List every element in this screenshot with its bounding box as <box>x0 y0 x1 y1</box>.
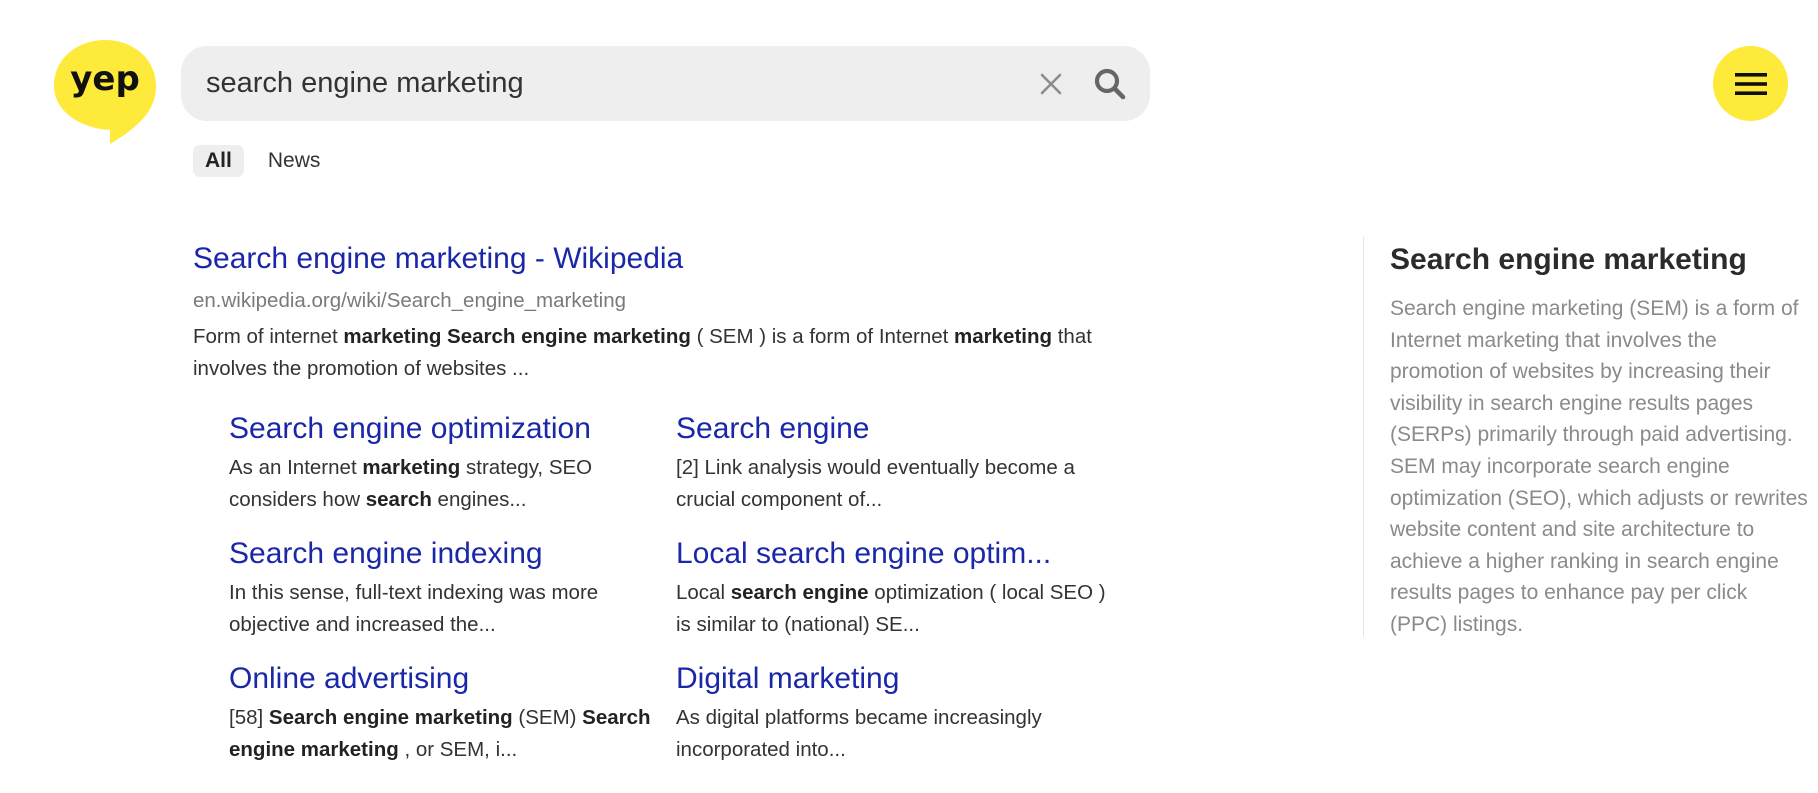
snippet-text: As an Internet <box>229 456 363 479</box>
snippet-text: , or SEM, i... <box>398 738 518 761</box>
sitelink-title-link[interactable]: Digital marketing <box>676 659 1123 699</box>
sitelink-title-link[interactable]: Local search engine optim... <box>676 534 1123 574</box>
snippet-text: As digital platforms became increasingly… <box>676 706 1042 761</box>
sitelink-item: Digital marketing As digital platforms b… <box>676 659 1123 766</box>
sitelink-snippet: In this sense, full-text indexing was mo… <box>229 577 676 641</box>
knowledge-panel: Search engine marketing Search engine ma… <box>1363 237 1818 637</box>
hamburger-menu-icon <box>1734 72 1767 95</box>
menu-button[interactable] <box>1713 46 1788 121</box>
search-input[interactable] <box>181 46 1150 121</box>
search-submit-button[interactable] <box>1090 46 1130 121</box>
yep-logo[interactable]: yep <box>52 38 158 144</box>
logo-text: yep <box>70 59 140 99</box>
close-icon <box>1040 73 1062 94</box>
search-results-page: yep All News Search engine marke <box>0 0 1818 793</box>
highlighted-term: marketing Search engine marketing <box>343 325 691 348</box>
snippet-text: [2] Link analysis would eventually becom… <box>676 456 1075 511</box>
sitelink-title-link[interactable]: Search engine <box>676 409 1123 449</box>
result-snippet: Form of internet marketing Search engine… <box>193 321 1153 385</box>
sitelink-item: Online advertising [58] Search engine ma… <box>229 659 676 766</box>
snippet-text: Local <box>676 581 731 604</box>
tab-news[interactable]: News <box>256 145 333 177</box>
search-icon <box>1094 68 1126 99</box>
sitelink-item: Search engine indexing In this sense, fu… <box>229 534 676 641</box>
highlighted-term: Search engine marketing <box>268 706 513 729</box>
sitelink-snippet: [2] Link analysis would eventually becom… <box>676 452 1123 516</box>
result-title-link[interactable]: Search engine marketing - Wikipedia <box>193 240 1153 278</box>
snippet-text: [58] <box>229 706 269 729</box>
search-bar <box>181 46 1150 121</box>
yep-logo-icon: yep <box>54 40 156 144</box>
snippet-text: In this sense, full-text indexing was mo… <box>229 581 599 636</box>
highlighted-term: search <box>365 488 432 511</box>
search-result: Search engine marketing - Wikipedia en.w… <box>193 240 1153 385</box>
sitelink-snippet: Local search engine optimization ( local… <box>676 577 1123 641</box>
knowledge-panel-title: Search engine marketing <box>1390 243 1747 276</box>
highlighted-term: marketing <box>954 325 1053 348</box>
snippet-text: ( SEM ) is a form of Internet <box>690 325 955 348</box>
tab-all[interactable]: All <box>193 145 244 177</box>
sitelink-item: Search engine optimization As an Interne… <box>229 409 676 516</box>
sitelink-title-link[interactable]: Search engine optimization <box>229 409 676 449</box>
snippet-text: (SEM) <box>512 706 583 729</box>
knowledge-panel-description: Search engine marketing (SEM) is a form … <box>1390 297 1808 636</box>
snippet-text: Form of internet <box>193 325 344 348</box>
sitelink-snippet: As an Internet marketing strategy, SEO c… <box>229 452 676 516</box>
highlighted-term: marketing <box>362 456 461 479</box>
snippet-text: engines... <box>431 488 527 511</box>
result-url: en.wikipedia.org/wiki/Search_engine_mark… <box>193 289 627 312</box>
sitelink-snippet: As digital platforms became increasingly… <box>676 702 1123 766</box>
sitelink-item: Local search engine optim... Local searc… <box>676 534 1123 641</box>
sitelink-title-link[interactable]: Search engine indexing <box>229 534 676 574</box>
clear-search-button[interactable] <box>1036 46 1066 121</box>
search-tabs: All News <box>193 145 332 177</box>
sitelink-title-link[interactable]: Online advertising <box>229 659 676 699</box>
sitelink-snippet: [58] Search engine marketing (SEM) Searc… <box>229 702 676 766</box>
sitelinks-grid: Search engine optimization As an Interne… <box>229 409 1129 766</box>
sitelink-item: Search engine [2] Link analysis would ev… <box>676 409 1123 516</box>
highlighted-term: search engine <box>730 581 869 604</box>
